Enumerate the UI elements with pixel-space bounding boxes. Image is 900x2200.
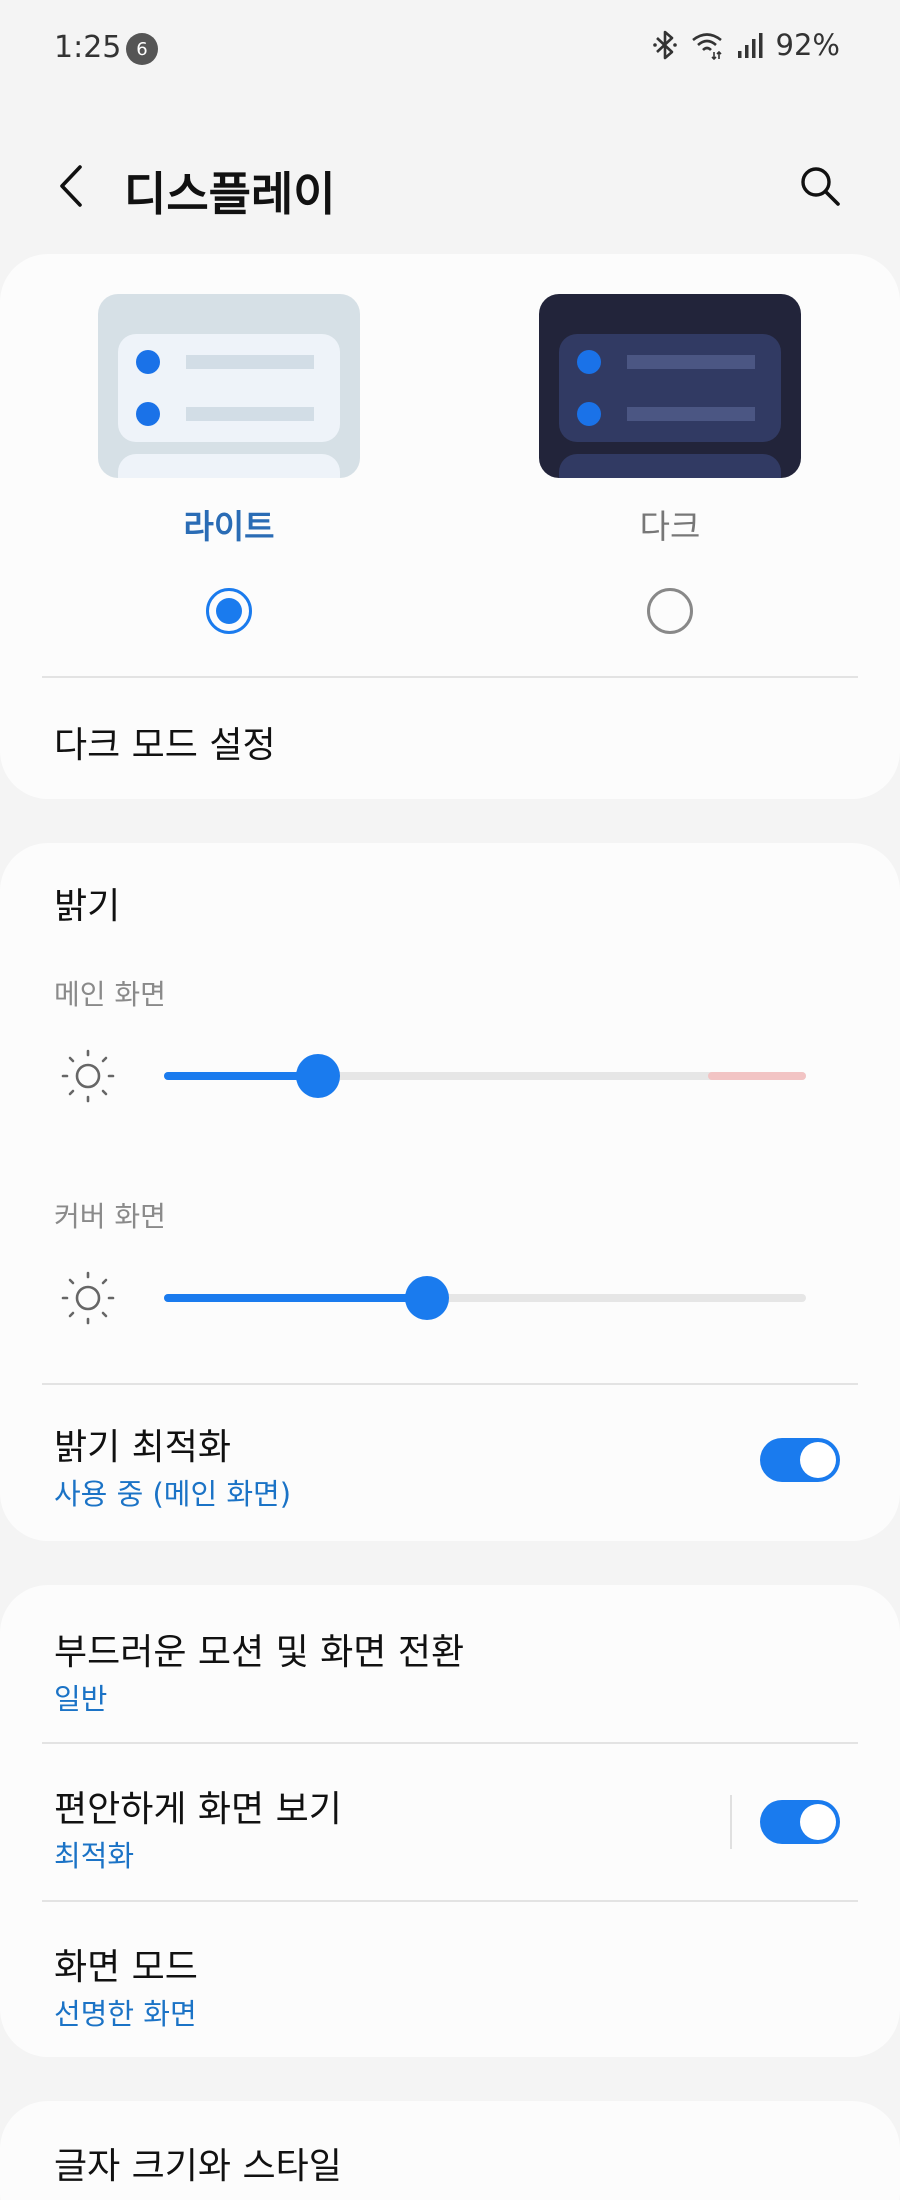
cover-screen-label: 커버 화면 [54,1200,166,1233]
battery-percent: 92% [775,28,840,62]
eye-comfort-value: 최적화 [54,1839,135,1873]
motion-smoothness-title[interactable]: 부드러운 모션 및 화면 전환 [54,1623,464,1675]
notification-count-badge: 6 [126,33,158,65]
brightness-sun-icon [61,1271,115,1325]
slider-thumb[interactable] [296,1054,340,1098]
search-button[interactable] [790,156,850,216]
main-screen-label: 메인 화면 [54,978,166,1011]
dark-theme-label: 다크 [639,507,701,546]
screen-mode-value: 선명한 화면 [54,1997,197,2031]
back-arrow-icon [60,165,82,207]
back-button[interactable] [46,158,96,214]
dark-theme-radio[interactable] [647,588,693,634]
dark-theme-option[interactable]: 다크 [539,294,801,634]
theme-card: 라이트 다크 다크 모드 설정 [0,254,900,799]
light-theme-radio[interactable] [206,588,252,634]
divider [42,676,858,678]
display-options-card: 부드러운 모션 및 화면 전환 일반 편안하게 화면 보기 최적화 화면 모드 … [0,1585,900,2057]
motion-smoothness-value: 일반 [54,1682,108,1716]
divider [42,1900,858,1902]
slider-thumb[interactable] [405,1276,449,1320]
vertical-separator [730,1795,732,1849]
wifi-icon [690,30,724,60]
signal-icon [736,31,764,59]
font-settings-card: 글자 크기와 스타일 [0,2101,900,2200]
cover-screen-brightness-slider[interactable] [164,1268,806,1328]
brightness-sun-icon [61,1049,115,1103]
status-time: 1:25 [54,30,122,65]
adaptive-brightness-title[interactable]: 밝기 최적화 [54,1418,231,1470]
status-bar: 1:25 6 92% [0,0,900,100]
adaptive-brightness-toggle[interactable] [760,1438,840,1482]
divider [42,1383,858,1385]
light-theme-preview [98,294,360,478]
font-size-style-item[interactable]: 글자 크기와 스타일 [54,2137,342,2189]
dark-theme-preview [539,294,801,478]
divider [42,1742,858,1744]
adaptive-brightness-status: 사용 중 (메인 화면) [54,1477,292,1511]
light-theme-option[interactable]: 라이트 [98,294,360,634]
main-screen-brightness-slider[interactable] [164,1046,806,1106]
bluetooth-icon [652,30,678,60]
screen-mode-title[interactable]: 화면 모드 [54,1938,198,1990]
dark-mode-settings-item[interactable]: 다크 모드 설정 [54,716,276,768]
brightness-title: 밝기 [54,886,121,927]
eye-comfort-toggle[interactable] [760,1800,840,1844]
page-title: 디스플레이 [124,167,336,221]
light-theme-label: 라이트 [183,507,275,546]
search-icon [801,167,840,206]
app-bar: 디스플레이 [0,140,900,230]
brightness-card: 밝기 메인 화면 커버 화면 밝기 최적화 사용 중 (메인 화면) [0,843,900,1541]
eye-comfort-title[interactable]: 편안하게 화면 보기 [54,1780,342,1832]
